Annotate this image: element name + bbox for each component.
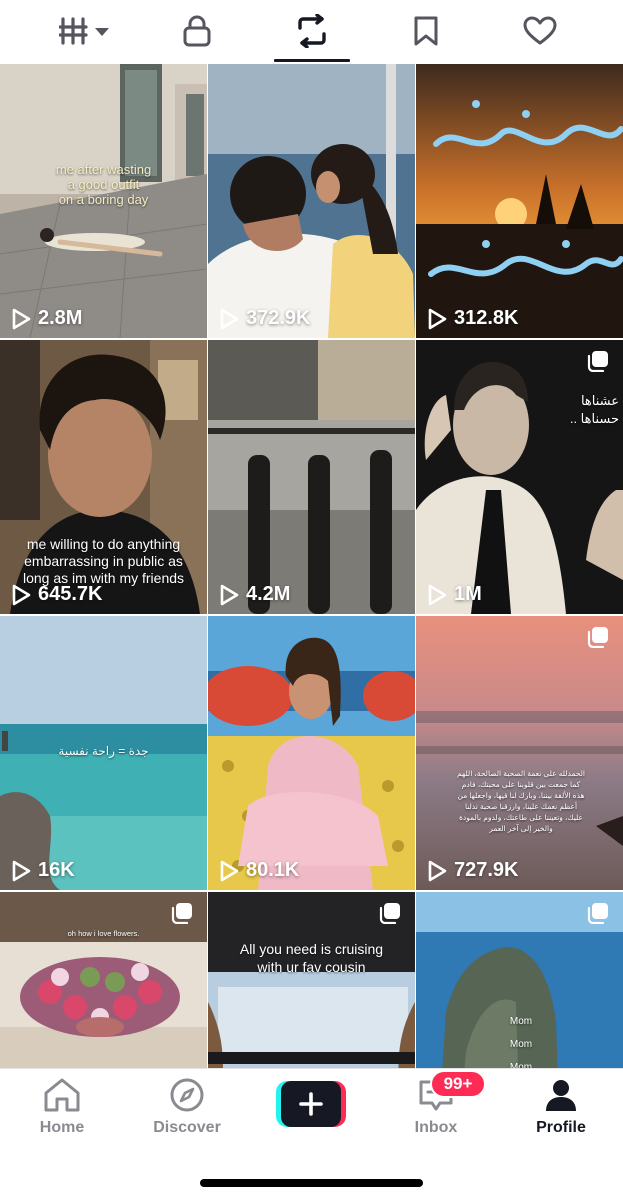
view-count: 372.9K bbox=[218, 307, 311, 330]
bookmark-icon bbox=[414, 16, 438, 46]
view-count: 312.8K bbox=[426, 307, 519, 330]
thumbnail-image bbox=[416, 340, 623, 614]
thumbnail-image bbox=[208, 64, 415, 338]
repost-icon bbox=[298, 14, 326, 48]
video-grid: me after wasting a good outfit on a bori… bbox=[0, 64, 623, 1068]
tab-favorites[interactable] bbox=[390, 0, 462, 62]
thumbnail-image bbox=[208, 340, 415, 614]
heart-icon bbox=[523, 16, 557, 45]
nav-discover[interactable]: Discover bbox=[132, 1077, 242, 1147]
play-icon bbox=[12, 584, 31, 605]
view-count: 727.9K bbox=[426, 859, 519, 882]
video-caption: oh how i love flowers. bbox=[67, 929, 140, 938]
tab-private[interactable] bbox=[160, 0, 234, 62]
play-icon bbox=[220, 860, 239, 881]
view-count: 4.2M bbox=[218, 583, 290, 606]
play-icon bbox=[428, 308, 447, 329]
view-count-value: 727.9K bbox=[454, 859, 519, 881]
video-caption: عشناها حسناها .. bbox=[569, 393, 619, 426]
nav-discover-label: Discover bbox=[153, 1119, 221, 1136]
video-caption: Mom Mom Mom bbox=[509, 1016, 533, 1068]
lock-icon bbox=[183, 15, 211, 47]
video-caption: me after wasting a good outfit on a bori… bbox=[55, 162, 152, 207]
multi-image-icon bbox=[587, 627, 608, 648]
view-count-value: 2.8M bbox=[38, 307, 83, 329]
tab-videos[interactable] bbox=[50, 0, 120, 62]
video-thumbnail[interactable]: me after wasting a good outfit on a bori… bbox=[0, 64, 207, 338]
video-thumbnail[interactable]: الحمدلله على نعمة الصحبة الصالحة، اللهم … bbox=[416, 616, 623, 890]
view-count-value: 372.9K bbox=[246, 307, 311, 329]
play-icon bbox=[428, 584, 447, 605]
view-count-value: 16K bbox=[38, 859, 75, 881]
play-icon bbox=[220, 584, 239, 605]
nav-home[interactable]: Home bbox=[7, 1077, 117, 1147]
home-indicator[interactable] bbox=[200, 1179, 423, 1187]
video-thumbnail[interactable]: Mom Mom Mom bbox=[416, 892, 623, 1068]
video-thumbnail[interactable]: عشناها حسناها .. 1M bbox=[416, 340, 623, 614]
play-icon bbox=[220, 308, 239, 329]
nav-home-label: Home bbox=[39, 1119, 85, 1136]
tab-reposts[interactable] bbox=[274, 0, 350, 62]
active-tab-indicator bbox=[274, 59, 350, 62]
create-button-face bbox=[281, 1081, 341, 1127]
view-count: 80.1K bbox=[218, 859, 299, 882]
view-count: 16K bbox=[10, 859, 75, 882]
video-thumbnail[interactable]: oh how i love flowers. bbox=[0, 892, 207, 1068]
thumbnail-image bbox=[416, 64, 623, 338]
view-count-value: 1M bbox=[454, 583, 482, 605]
play-icon bbox=[428, 860, 447, 881]
thumbnail-image bbox=[416, 616, 623, 890]
play-icon bbox=[12, 308, 31, 329]
home-icon bbox=[44, 1078, 80, 1112]
video-caption: All you need is cruising with ur fav cou… bbox=[239, 941, 384, 975]
view-count: 645.7K bbox=[10, 583, 103, 606]
thumbnail-image bbox=[208, 616, 415, 890]
view-count-value: 645.7K bbox=[38, 583, 103, 605]
grid-icon bbox=[59, 17, 109, 45]
view-count-value: 80.1K bbox=[246, 859, 300, 881]
multi-image-icon bbox=[171, 903, 192, 924]
profile-icon bbox=[546, 1080, 576, 1111]
nav-profile-label: Profile bbox=[536, 1119, 586, 1136]
video-thumbnail[interactable]: جدة = راحة نفسية 16K bbox=[0, 616, 207, 890]
view-count-value: 4.2M bbox=[246, 583, 291, 605]
video-thumbnail[interactable]: 4.2M bbox=[208, 340, 415, 614]
view-count: 2.8M bbox=[10, 307, 82, 330]
inbox-notification-badge: 99+ bbox=[430, 1070, 486, 1098]
video-thumbnail[interactable]: All you need is cruising with ur fav cou… bbox=[208, 892, 415, 1068]
video-caption: me willing to do anything embarrassing i… bbox=[22, 536, 185, 586]
multi-image-icon bbox=[587, 903, 608, 924]
tab-liked[interactable] bbox=[502, 0, 578, 62]
video-thumbnail[interactable]: me willing to do anything embarrassing i… bbox=[0, 340, 207, 614]
view-count: 1M bbox=[426, 583, 482, 606]
nav-inbox-label: Inbox bbox=[414, 1119, 458, 1136]
video-thumbnail[interactable]: 372.9K bbox=[208, 64, 415, 338]
video-caption: الحمدلله على نعمة الصحبة الصالحة، اللهم … bbox=[457, 769, 585, 833]
plus-icon bbox=[299, 1092, 323, 1116]
play-icon bbox=[12, 860, 31, 881]
create-button[interactable] bbox=[276, 1081, 346, 1127]
nav-profile[interactable]: Profile bbox=[506, 1077, 616, 1147]
video-thumbnail[interactable]: 312.8K bbox=[416, 64, 623, 338]
profile-content-tabs bbox=[0, 0, 623, 62]
video-caption: جدة = راحة نفسية bbox=[58, 744, 149, 758]
multi-image-icon bbox=[587, 351, 608, 372]
multi-image-icon bbox=[379, 903, 400, 924]
chevron-down-icon bbox=[95, 28, 109, 36]
view-count-value: 312.8K bbox=[454, 307, 519, 329]
compass-icon bbox=[170, 1078, 204, 1112]
video-thumbnail[interactable]: 80.1K bbox=[208, 616, 415, 890]
